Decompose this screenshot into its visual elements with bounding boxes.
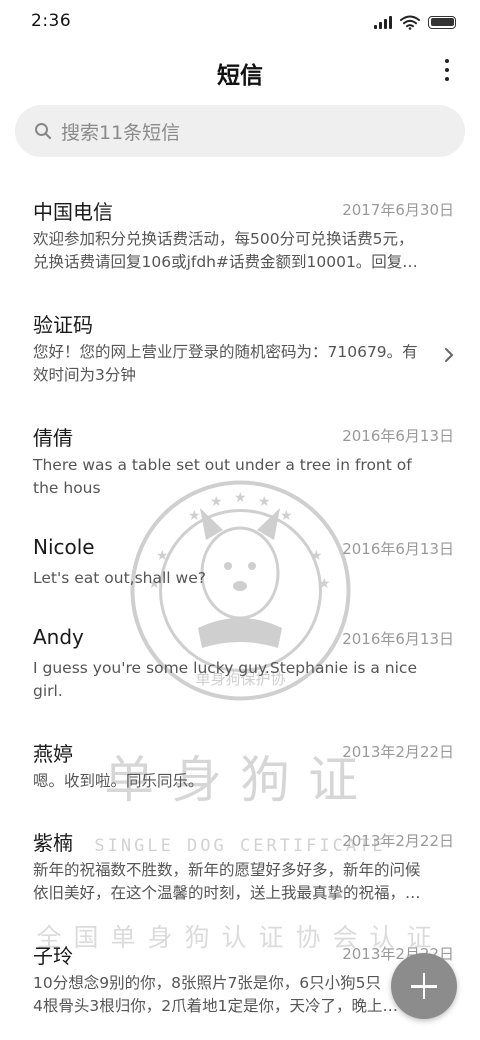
conversation-preview: There was a table set out under a tree i…	[33, 456, 412, 497]
conversation-sender: 燕婷	[33, 742, 73, 766]
title-bar: 短信	[0, 44, 480, 100]
battery-icon	[428, 15, 456, 29]
conversation-preview: I guess you're some lucky guy.Stephanie …	[33, 659, 417, 700]
conversation-date: 2013年2月22日	[342, 832, 454, 850]
new-message-button[interactable]	[391, 953, 457, 1019]
conversation-sender: 倩倩	[33, 426, 73, 450]
wifi-icon	[400, 15, 420, 30]
search-input[interactable]: 搜索11条短信	[15, 105, 465, 157]
signal-icon	[374, 15, 392, 29]
svg-text:★: ★	[280, 508, 293, 524]
conversation-sender: Andy	[33, 625, 84, 649]
conversation-date: 2016年6月13日	[342, 540, 454, 558]
search-placeholder: 搜索11条短信	[61, 121, 181, 144]
conversation-sender: 紫楠	[33, 831, 73, 855]
conversation-sender: 中国电信	[33, 200, 113, 224]
chevron-right-icon	[445, 348, 453, 362]
conversation-date: 2013年2月22日	[342, 743, 454, 761]
conversation-sender: 子玲	[33, 944, 73, 968]
page-title: 短信	[217, 63, 263, 89]
status-time: 2:36	[31, 11, 72, 31]
conversation-preview: Let's eat out,shall we?	[33, 569, 206, 587]
status-bar: 2:36	[0, 0, 480, 44]
svg-text:★: ★	[188, 508, 201, 524]
conversation-preview: 嗯。收到啦。同乐同乐。	[33, 772, 204, 790]
conversation-item[interactable]: Andy 2016年6月13日 I guess you're some luck…	[0, 625, 480, 705]
conversation-preview: 欢迎参加积分兑换话费活动，每500分可兑换话费5元， 兑换话费请回复106或jf…	[33, 230, 418, 271]
conversation-item[interactable]: 验证码 您好！您的网上营业厅登录的随机密码为：710679。有 效时间为3分钟	[0, 309, 480, 389]
more-vertical-icon[interactable]	[440, 56, 454, 84]
conversation-sender: 验证码	[33, 313, 93, 337]
conversation-date: 2016年6月13日	[342, 630, 454, 648]
conversation-item[interactable]: 倩倩 2016年6月13日 There was a table set out …	[0, 422, 480, 502]
search-icon	[35, 123, 52, 140]
conversation-date: 2017年6月30日	[342, 201, 454, 219]
conversation-date: 2016年6月13日	[342, 427, 454, 445]
conversation-item[interactable]: Nicole 2016年6月13日 Let's eat out,shall we…	[0, 535, 480, 595]
conversation-preview: 您好！您的网上营业厅登录的随机密码为：710679。有 效时间为3分钟	[33, 343, 418, 384]
conversation-item[interactable]: 中国电信 2017年6月30日 欢迎参加积分兑换话费活动，每500分可兑换话费5…	[0, 196, 480, 276]
conversation-item[interactable]: 紫楠 2013年2月22日 新年的祝福数不胜数，新年的愿望好多好多，新年的问候 …	[0, 827, 480, 907]
status-icons	[374, 13, 456, 31]
conversation-preview: 新年的祝福数不胜数，新年的愿望好多好多，新年的问候 依旧美好，在这个温馨的时刻，…	[33, 861, 421, 902]
conversation-sender: Nicole	[33, 535, 95, 559]
messages-screen: 2:36 短信 搜索11条短信 ★ ★ ★ ★ ★ ★ ★ ★ ★ 单身狗保护协…	[0, 0, 480, 1040]
conversation-preview: 10分想念9别的你，8张照片7张是你，6只小狗5只 4根骨头3根归你，2爪着地1…	[33, 974, 398, 1015]
conversation-item[interactable]: 燕婷 2013年2月22日 嗯。收到啦。同乐同乐。	[0, 738, 480, 798]
